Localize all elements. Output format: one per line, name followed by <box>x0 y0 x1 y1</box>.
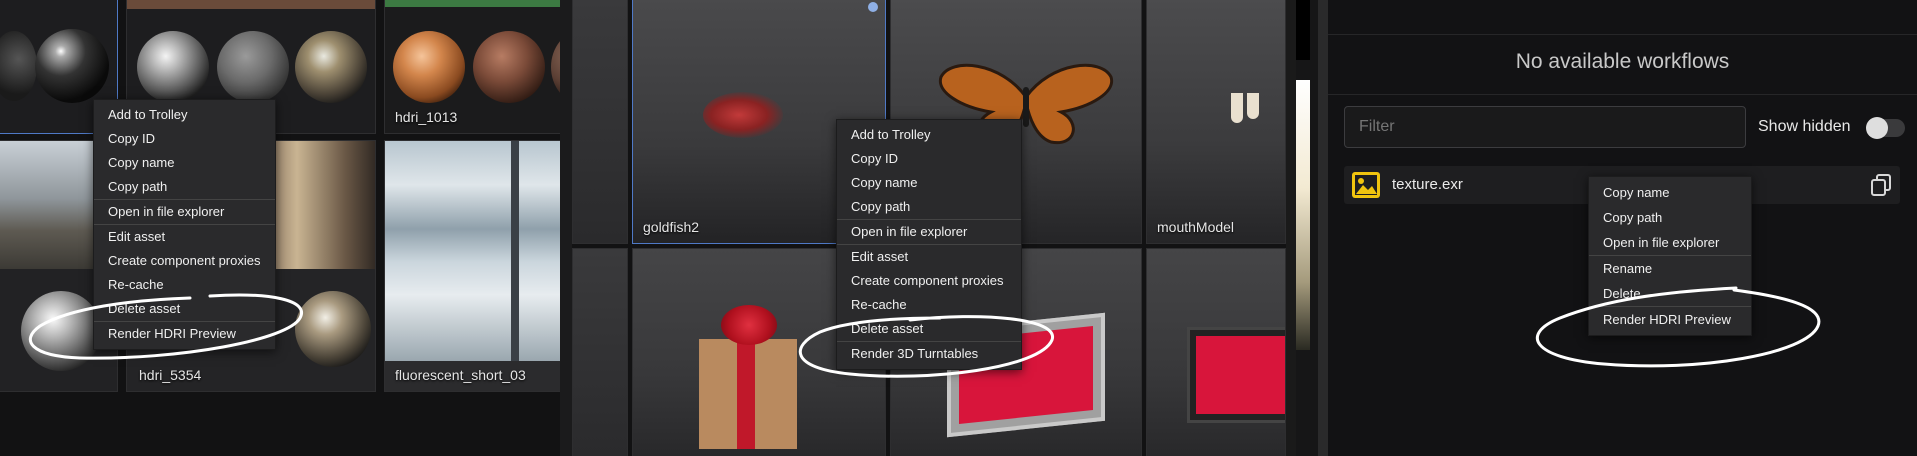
window-frame <box>511 141 519 361</box>
asset-label: mouthModel <box>1157 219 1235 235</box>
scrollbar-track[interactable] <box>1318 0 1328 456</box>
image-icon <box>1352 172 1380 198</box>
hdri-preview-sphere <box>295 31 367 103</box>
menu-item-re-cache[interactable]: Re-cache <box>837 293 1021 317</box>
asset-tile[interactable] <box>1146 248 1286 456</box>
asset-context-menu: Add to Trolley Copy ID Copy name Copy pa… <box>836 119 1022 370</box>
section-divider <box>1328 94 1917 95</box>
goldfish-model-preview <box>703 92 783 138</box>
menu-item-re-cache[interactable]: Re-cache <box>94 273 275 297</box>
hdri-preview-sphere <box>137 31 209 103</box>
menu-item-add-to-trolley[interactable]: Add to Trolley <box>837 123 1021 147</box>
gift-bow <box>721 305 777 345</box>
hdri-panorama-thumbnail <box>385 141 560 361</box>
menu-item-copy-path[interactable]: Copy path <box>837 195 1021 219</box>
menu-item-create-component-proxies[interactable]: Create component proxies <box>94 249 275 273</box>
menu-item-rename[interactable]: Rename <box>1589 256 1751 281</box>
menu-item-render-3d-turntables[interactable]: Render 3D Turntables <box>837 342 1021 366</box>
gradient-swatch-top <box>1296 0 1310 60</box>
monitor-screen <box>1196 336 1285 414</box>
toggle-knob <box>1866 117 1888 139</box>
asset-tile[interactable]: hdri_1013 <box>384 0 560 134</box>
asset-tile[interactable]: mouthModel <box>1146 0 1286 244</box>
menu-item-delete-asset[interactable]: Delete asset <box>94 297 275 321</box>
hdri-preview-sphere <box>21 291 101 371</box>
menu-item-edit-asset[interactable]: Edit asset <box>837 245 1021 269</box>
show-hidden-label: Show hidden <box>1758 118 1851 135</box>
tile-top-strip <box>385 0 560 7</box>
asset-tile[interactable]: fluorescent_short_03 <box>384 140 560 392</box>
tile-top-strip <box>127 0 375 9</box>
menu-item-create-component-proxies[interactable]: Create component proxies <box>837 269 1021 293</box>
hdri-preview-sphere <box>295 291 371 367</box>
file-name: texture.exr <box>1392 176 1463 193</box>
asset-tile[interactable] <box>572 248 628 456</box>
selection-indicator-dot <box>868 2 878 12</box>
tooth-model-preview <box>1231 93 1243 123</box>
hdri-preview-sphere <box>393 31 465 103</box>
menu-item-copy-path[interactable]: Copy path <box>94 175 275 199</box>
menu-item-copy-name[interactable]: Copy name <box>1589 180 1751 205</box>
copy-icon[interactable] <box>1870 174 1892 196</box>
menu-item-open-in-file-explorer[interactable]: Open in file explorer <box>94 200 275 224</box>
filter-input[interactable] <box>1344 106 1746 148</box>
show-hidden-toggle[interactable] <box>1866 117 1905 139</box>
menu-item-copy-name[interactable]: Copy name <box>94 151 275 175</box>
menu-item-delete[interactable]: Delete <box>1589 281 1751 306</box>
asset-detail-panel: No available workflows Show hidden textu… <box>1328 0 1917 456</box>
panel-edge <box>1286 0 1296 456</box>
asset-label: hdri_5354 <box>139 367 202 383</box>
menu-item-copy-id[interactable]: Copy ID <box>94 127 275 151</box>
asset-grid-panel-hdri: hdri_1013 hdri_5354 fluorescent_short_03… <box>0 0 560 456</box>
asset-label: fluorescent_short_03 <box>395 367 526 383</box>
menu-item-render-hdri-preview[interactable]: Render HDRI Preview <box>94 322 275 346</box>
asset-context-menu: Add to Trolley Copy ID Copy name Copy pa… <box>93 99 276 350</box>
section-divider <box>1328 34 1917 35</box>
menu-item-open-in-file-explorer[interactable]: Open in file explorer <box>1589 230 1751 255</box>
menu-item-open-in-file-explorer[interactable]: Open in file explorer <box>837 220 1021 244</box>
panel-divider <box>1296 0 1328 456</box>
asset-tile[interactable] <box>572 0 628 244</box>
menu-item-copy-name[interactable]: Copy name <box>837 171 1021 195</box>
hdri-preview-sphere <box>35 29 109 103</box>
monitor-model-preview <box>1187 327 1285 423</box>
workflows-empty-message: No available workflows <box>1515 50 1730 73</box>
menu-item-copy-path[interactable]: Copy path <box>1589 205 1751 230</box>
menu-item-add-to-trolley[interactable]: Add to Trolley <box>94 103 275 127</box>
menu-item-render-hdri-preview[interactable]: Render HDRI Preview <box>1589 307 1751 332</box>
panel-divider <box>560 0 572 456</box>
file-context-menu: Copy name Copy path Open in file explore… <box>1588 176 1752 336</box>
menu-item-delete-asset[interactable]: Delete asset <box>837 317 1021 341</box>
tooth-model-preview <box>1247 93 1259 119</box>
hdri-preview-sphere <box>0 31 37 101</box>
gift-ribbon <box>737 339 755 449</box>
gradient-swatch <box>1296 80 1310 350</box>
asset-label: hdri_1013 <box>395 109 458 125</box>
hdri-preview-sphere <box>473 31 545 103</box>
menu-item-edit-asset[interactable]: Edit asset <box>94 225 275 249</box>
asset-grid-panel-models: goldfish2 mouthModel Add to Trolley Copy… <box>572 0 1296 456</box>
asset-label: goldfish2 <box>643 219 700 235</box>
hdri-preview-sphere <box>217 31 289 103</box>
hdri-preview-sphere <box>551 31 560 103</box>
menu-item-copy-id[interactable]: Copy ID <box>837 147 1021 171</box>
